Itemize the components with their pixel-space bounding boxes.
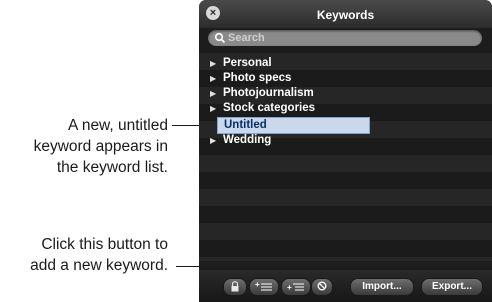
keyword-label: Wedding (223, 134, 272, 146)
export-button[interactable]: Export... (421, 278, 483, 296)
keyword-list[interactable]: ▶ Personal ▶ Photo specs ▶ Photojournali… (199, 53, 492, 261)
svg-text:+: + (287, 283, 292, 292)
disclosure-triangle-icon[interactable]: ▶ (210, 100, 216, 117)
search-field[interactable] (208, 30, 482, 46)
bottom-toolbar: + + Import... Export... (199, 270, 492, 302)
lock-button[interactable] (223, 278, 247, 296)
remove-keyword-button[interactable] (311, 278, 333, 296)
import-button[interactable]: Import... (350, 278, 414, 296)
add-keyword-icon: + (255, 281, 272, 291)
callout-line: A new, untitled (68, 117, 168, 134)
callout-line: Click this button to (41, 236, 168, 253)
panel-title: Keywords (316, 8, 375, 22)
keyword-row-wedding[interactable]: ▶ Wedding (199, 132, 492, 149)
callout-line: add a new keyword. (30, 257, 168, 274)
search-input[interactable] (228, 30, 468, 46)
lock-icon (231, 281, 239, 292)
add-keyword-button[interactable]: + (249, 278, 279, 296)
keyword-label: Stock categories (223, 102, 316, 114)
remove-circle-icon (317, 281, 327, 291)
keyword-row-stock-categories[interactable]: ▶ Stock categories (199, 100, 492, 117)
add-subkeyword-icon: + (287, 283, 304, 292)
magnifier-icon (214, 32, 226, 44)
callout-new-keyword: A new, untitled keyword appears in the k… (34, 115, 168, 178)
callout-add-button: Click this button to add a new keyword. (30, 234, 168, 276)
callout-line: the keyword list. (56, 159, 168, 176)
add-subkeyword-button[interactable]: + (281, 278, 311, 296)
svg-text:+: + (255, 281, 260, 289)
disclosure-triangle-icon[interactable]: ▶ (210, 132, 216, 149)
keywords-panel: × Keywords ▶ Personal ▶ Photo specs ▶ Ph… (199, 0, 492, 302)
title-bar: × Keywords (199, 0, 492, 28)
callout-line: keyword appears in (33, 138, 168, 155)
keyword-row-untitled[interactable]: Untitled (199, 116, 492, 134)
